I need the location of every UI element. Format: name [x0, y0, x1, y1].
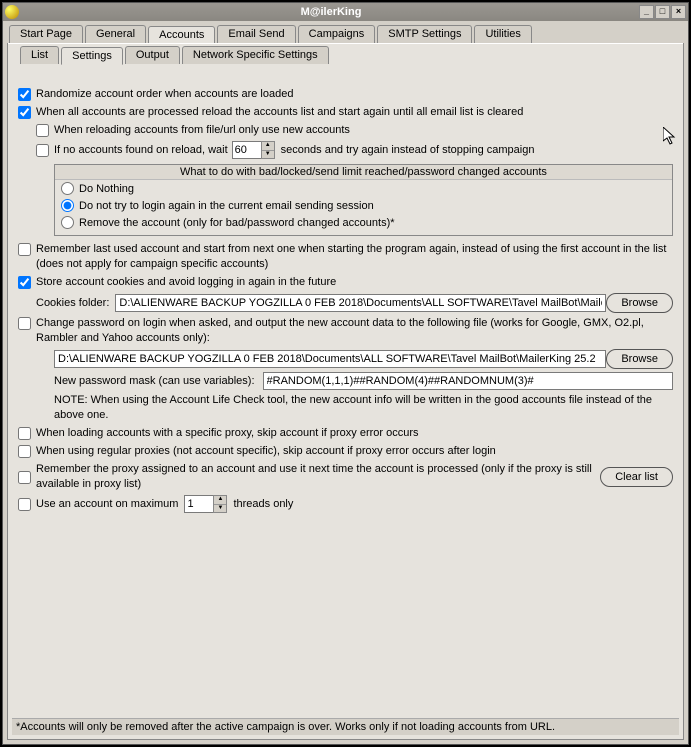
- label-reload-all: When all accounts are processed reload t…: [36, 105, 523, 120]
- input-cookies-folder[interactable]: [115, 294, 606, 312]
- input-pwmask[interactable]: [263, 372, 673, 390]
- tab-start-page[interactable]: Start Page: [9, 25, 83, 43]
- footer-note: *Accounts will only be removed after the…: [12, 718, 679, 735]
- subtab-settings[interactable]: Settings: [61, 47, 123, 65]
- label-remember-last: Remember last used account and start fro…: [36, 242, 673, 272]
- label-noacct-pre: If no accounts found on reload, wait: [54, 143, 228, 158]
- button-clear-proxy-list[interactable]: Clear list: [600, 467, 673, 487]
- radio-no-relogin[interactable]: [61, 199, 74, 212]
- tab-campaigns[interactable]: Campaigns: [298, 25, 376, 43]
- checkbox-remember-proxy[interactable]: [18, 471, 31, 484]
- label-noacct-post: seconds and try again instead of stoppin…: [281, 143, 535, 158]
- checkbox-reload-all[interactable]: [18, 106, 31, 119]
- window-title: M@ilerKing: [23, 6, 639, 18]
- label-pwmask: New password mask (can use variables):: [54, 374, 255, 389]
- tab-accounts[interactable]: Accounts: [148, 26, 215, 44]
- label-store-cookies: Store account cookies and avoid logging …: [36, 275, 336, 290]
- button-browse-cookies[interactable]: Browse: [606, 293, 673, 313]
- checkbox-proxy-specific[interactable]: [18, 427, 31, 440]
- groupbox-title: What to do with bad/locked/send limit re…: [55, 165, 672, 180]
- label-maxthreads-pre: Use an account on maximum: [36, 497, 178, 512]
- tab-utilities[interactable]: Utilities: [474, 25, 531, 43]
- spinner-max-threads[interactable]: ▲▼: [213, 495, 227, 513]
- checkbox-remember-last[interactable]: [18, 243, 31, 256]
- tab-email-send[interactable]: Email Send: [217, 25, 295, 43]
- button-browse-changepw[interactable]: Browse: [606, 349, 673, 369]
- minimize-button[interactable]: _: [639, 5, 654, 19]
- content-panel: List Settings Output Network Specific Se…: [7, 43, 684, 740]
- checkbox-store-cookies[interactable]: [18, 276, 31, 289]
- label-maxthreads-post: threads only: [233, 497, 293, 512]
- label-reload-newonly: When reloading accounts from file/url on…: [54, 123, 350, 138]
- checkbox-randomize[interactable]: [18, 88, 31, 101]
- sub-tabs: List Settings Output Network Specific Se…: [8, 43, 683, 64]
- label-remove-account: Remove the account (only for bad/passwor…: [79, 217, 395, 229]
- input-wait-seconds[interactable]: [232, 141, 262, 159]
- label-proxy-specific: When loading accounts with a specific pr…: [36, 426, 419, 441]
- subtab-list[interactable]: List: [20, 46, 59, 64]
- label-cookies-folder: Cookies folder:: [36, 296, 109, 311]
- checkbox-reload-newonly[interactable]: [36, 124, 49, 137]
- groupbox-bad-accounts: What to do with bad/locked/send limit re…: [54, 164, 673, 236]
- tab-smtp-settings[interactable]: SMTP Settings: [377, 25, 472, 43]
- label-proxy-regular: When using regular proxies (not account …: [36, 444, 496, 459]
- subtab-output[interactable]: Output: [125, 46, 180, 64]
- label-randomize: Randomize account order when accounts ar…: [36, 87, 293, 102]
- subtab-network[interactable]: Network Specific Settings: [182, 46, 329, 64]
- radio-remove-account[interactable]: [61, 216, 74, 229]
- titlebar: M@ilerKing _ □ ×: [3, 3, 688, 21]
- label-no-relogin: Do not try to login again in the current…: [79, 200, 374, 212]
- input-max-threads[interactable]: [184, 495, 214, 513]
- app-window: M@ilerKing _ □ × Start Page General Acco…: [2, 2, 689, 745]
- tab-general[interactable]: General: [85, 25, 146, 43]
- label-remember-proxy: Remember the proxy assigned to an accoun…: [36, 462, 594, 492]
- checkbox-change-pw[interactable]: [18, 317, 31, 330]
- radio-do-nothing[interactable]: [61, 182, 74, 195]
- spinner-wait-seconds[interactable]: ▲▼: [261, 141, 275, 159]
- input-changepw-path[interactable]: [54, 350, 606, 368]
- maximize-button[interactable]: □: [655, 5, 670, 19]
- close-button[interactable]: ×: [671, 5, 686, 19]
- label-do-nothing: Do Nothing: [79, 183, 134, 195]
- checkbox-max-threads[interactable]: [18, 498, 31, 511]
- checkbox-proxy-regular[interactable]: [18, 445, 31, 458]
- checkbox-noacct-wait[interactable]: [36, 144, 49, 157]
- main-tabs: Start Page General Accounts Email Send C…: [3, 21, 688, 43]
- label-changepw-note: NOTE: When using the Account Life Check …: [54, 393, 673, 423]
- label-change-pw: Change password on login when asked, and…: [36, 316, 673, 346]
- app-icon: [5, 5, 19, 19]
